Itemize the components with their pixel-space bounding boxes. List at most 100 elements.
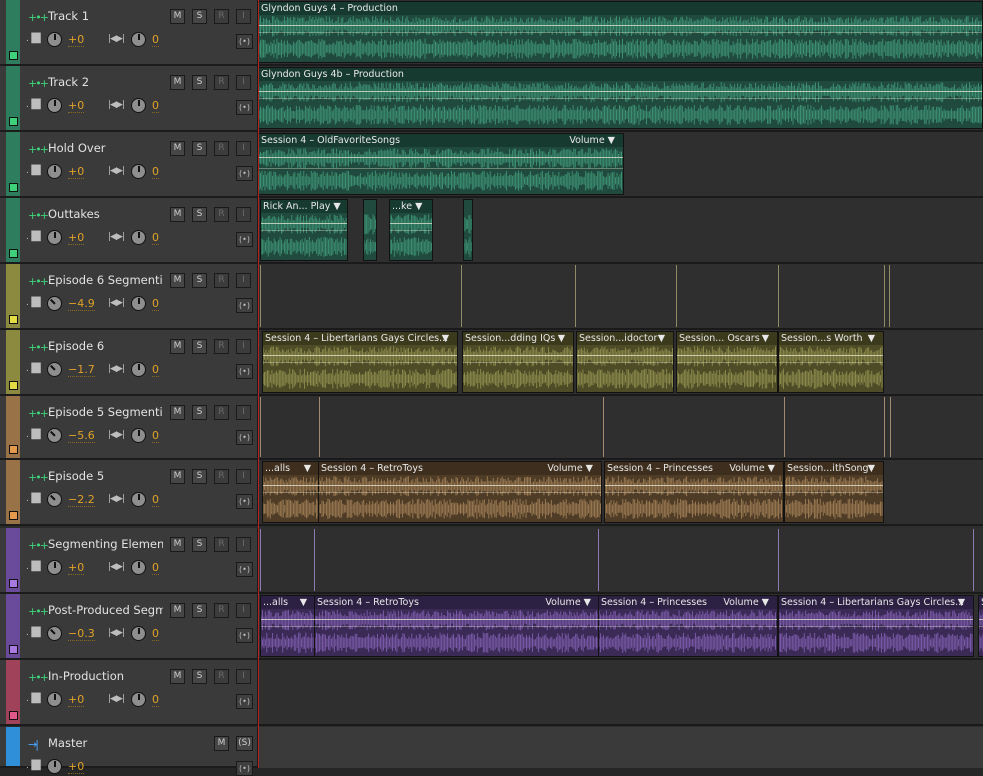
volume-value[interactable]: +0: [68, 232, 85, 245]
audio-clip-fragment[interactable]: [363, 199, 377, 261]
audio-clip[interactable]: ...alls ▼: [262, 461, 320, 523]
volume-envelope-line[interactable]: [259, 157, 623, 158]
clip-effect-dropdown[interactable]: ▼: [658, 333, 665, 344]
pan-value[interactable]: 0: [152, 166, 159, 179]
track-header[interactable]: +•+ Episode 6 M S R I .▐█ −1.7 |◀▶| 0 (•): [0, 330, 258, 396]
volume-knob[interactable]: [47, 492, 62, 507]
volume-knob[interactable]: [47, 230, 62, 245]
segment-boundary-marker[interactable]: [575, 265, 576, 327]
record-arm-button[interactable]: R: [214, 603, 229, 618]
track-name[interactable]: Track 2: [48, 75, 163, 89]
solo-safe-button[interactable]: (S): [236, 736, 253, 751]
clip-effect-dropdown[interactable]: Volume ▼: [545, 597, 591, 608]
pan-value[interactable]: 0: [152, 694, 159, 707]
pan-envelope-line[interactable]: [463, 362, 573, 363]
volume-envelope-line[interactable]: [779, 355, 883, 356]
track-header[interactable]: +•+ Segmenting Elements M S R I .▐█ +0 |◀▶| 0 (•): [0, 528, 258, 594]
pan-envelope-line[interactable]: [785, 492, 883, 493]
track-name[interactable]: Episode 5 Segmentin: [48, 405, 163, 419]
master-track-header[interactable]: →| Master M (S) .▐█ +0 (•): [0, 727, 258, 776]
input-monitor-button[interactable]: I: [236, 537, 251, 552]
input-monitor-button[interactable]: I: [236, 405, 251, 420]
track-color-swatch[interactable]: [9, 579, 18, 588]
input-monitor-button[interactable]: I: [236, 141, 251, 156]
solo-button[interactable]: S: [192, 669, 207, 684]
input-monitor-button[interactable]: I: [236, 339, 251, 354]
volume-envelope-line[interactable]: [261, 223, 347, 224]
audio-clip-fragment[interactable]: [463, 199, 473, 261]
track-lane[interactable]: [258, 660, 983, 724]
output-monitor-button[interactable]: (•): [236, 430, 253, 445]
record-arm-button[interactable]: R: [214, 469, 229, 484]
track-color-swatch[interactable]: [9, 51, 18, 60]
audio-clip[interactable]: Session...s Worth ▼: [778, 331, 884, 393]
volume-knob[interactable]: [47, 164, 62, 179]
track-header[interactable]: +•+ Hold Over M S R I .▐█ +0 |◀▶| 0 (•): [0, 132, 258, 198]
pan-value[interactable]: 0: [152, 34, 159, 47]
volume-knob[interactable]: [47, 32, 62, 47]
pan-value[interactable]: 0: [152, 100, 159, 113]
pan-value[interactable]: 0: [152, 298, 159, 311]
track-color-swatch[interactable]: [9, 249, 18, 258]
pan-envelope-line[interactable]: [263, 492, 319, 493]
solo-button[interactable]: S: [192, 75, 207, 90]
volume-value[interactable]: +0: [68, 100, 85, 113]
track-header[interactable]: +•+ Episode 5 M S R I .▐█ −2.2 |◀▶| 0 (•): [0, 460, 258, 526]
clip-effect-dropdown[interactable]: ▼: [868, 333, 875, 344]
input-monitor-button[interactable]: I: [236, 273, 251, 288]
solo-button[interactable]: S: [192, 273, 207, 288]
clip-effect-dropdown[interactable]: ▼: [868, 463, 875, 474]
volume-value[interactable]: −5.6: [68, 430, 95, 443]
segment-boundary-marker[interactable]: [260, 529, 261, 591]
volume-envelope-line[interactable]: [779, 619, 973, 620]
volume-knob[interactable]: [47, 362, 62, 377]
solo-button[interactable]: S: [192, 9, 207, 24]
track-header[interactable]: +•+ Episode 6 Segmentin M S R I .▐█ −4.9 |◀▶| 0 (•…: [0, 264, 258, 330]
pan-value[interactable]: 0: [152, 364, 159, 377]
solo-button[interactable]: S: [192, 339, 207, 354]
audio-clip[interactable]: S: [978, 595, 983, 657]
volume-envelope-line[interactable]: [605, 485, 783, 486]
segment-boundary-marker[interactable]: [260, 397, 261, 457]
track-name[interactable]: Hold Over: [48, 141, 163, 155]
segment-boundary-marker[interactable]: [603, 397, 604, 457]
record-arm-button[interactable]: R: [214, 669, 229, 684]
mute-button[interactable]: M: [170, 603, 185, 618]
clip-effect-dropdown[interactable]: Volume ▼: [723, 597, 769, 608]
volume-value[interactable]: −1.7: [68, 364, 95, 377]
track-lane[interactable]: [258, 264, 983, 328]
track-name[interactable]: Master: [48, 736, 163, 750]
track-name[interactable]: Episode 5: [48, 469, 163, 483]
input-monitor-button[interactable]: I: [236, 469, 251, 484]
pan-knob[interactable]: [131, 626, 146, 641]
volume-envelope-line[interactable]: [785, 485, 883, 486]
pan-envelope-line[interactable]: [319, 492, 601, 493]
segment-boundary-marker[interactable]: [319, 397, 320, 457]
record-arm-button[interactable]: R: [214, 207, 229, 222]
volume-value[interactable]: −0.3: [68, 628, 95, 641]
audio-clip[interactable]: Session...dding IQs ▼: [462, 331, 574, 393]
volume-value[interactable]: +0: [68, 166, 85, 179]
segment-boundary-marker[interactable]: [314, 529, 315, 591]
audio-clip[interactable]: Rick An... Play ▼: [260, 199, 348, 261]
track-name[interactable]: Episode 6: [48, 339, 163, 353]
pan-envelope-line[interactable]: [677, 362, 777, 363]
pan-value[interactable]: 0: [152, 232, 159, 245]
track-name[interactable]: Track 1: [48, 9, 163, 23]
audio-clip[interactable]: Session 4 – RetroToys Volume ▼: [314, 595, 600, 657]
mute-button[interactable]: M: [170, 75, 185, 90]
solo-button[interactable]: S: [192, 141, 207, 156]
track-header[interactable]: +•+ Track 2 M S R I .▐█ +0 |◀▶| 0 (•): [0, 66, 258, 132]
pan-envelope-line[interactable]: [979, 626, 983, 627]
output-monitor-button[interactable]: (•): [236, 494, 253, 509]
input-monitor-button[interactable]: I: [236, 207, 251, 222]
volume-envelope-line[interactable]: [677, 355, 777, 356]
segment-boundary-marker[interactable]: [889, 265, 890, 327]
playhead[interactable]: [258, 0, 259, 768]
mute-button[interactable]: M: [214, 736, 229, 751]
output-monitor-button[interactable]: (•): [236, 628, 253, 643]
track-name[interactable]: Episode 6 Segmentin: [48, 273, 163, 287]
pan-knob[interactable]: [131, 692, 146, 707]
track-name[interactable]: Post-Produced Segm: [48, 603, 163, 617]
audio-clip[interactable]: Session 4 – RetroToys Volume ▼: [318, 461, 602, 523]
